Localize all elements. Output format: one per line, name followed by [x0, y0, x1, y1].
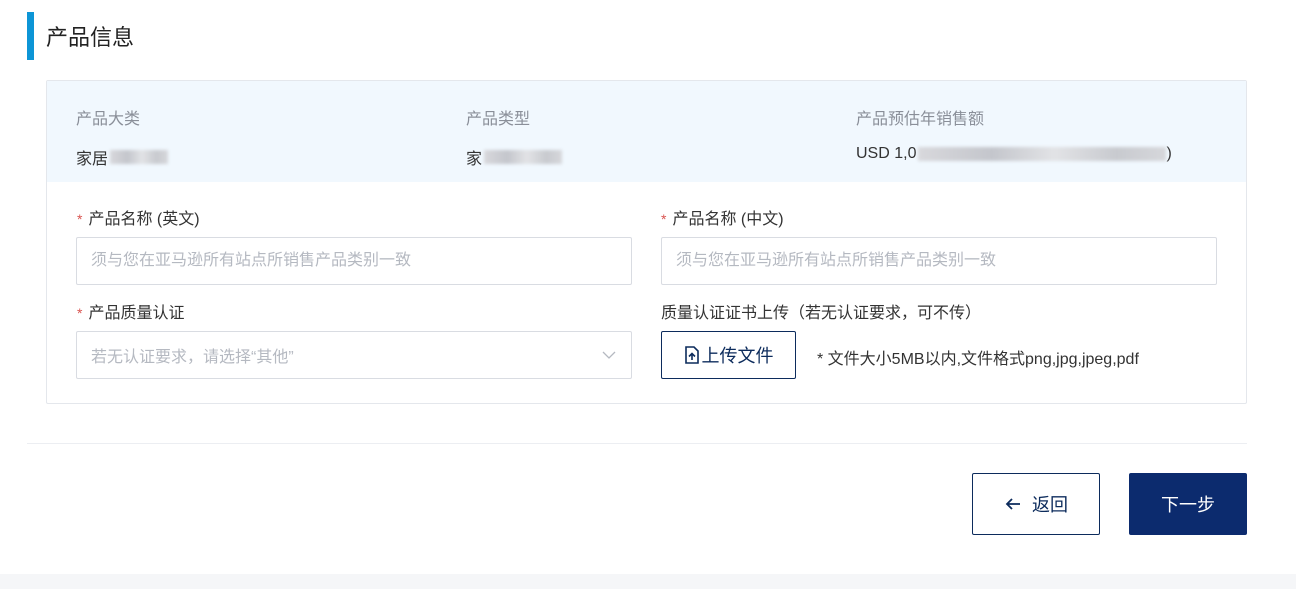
- category-value-text: 家居: [76, 151, 109, 168]
- type-value-text: 家: [466, 151, 483, 168]
- section-title: 产品信息: [46, 25, 135, 50]
- category-info: 产品大类 家居: [76, 105, 169, 169]
- certification-select[interactable]: 若无认证要求，请选择“其他”: [76, 331, 632, 379]
- sales-value-prefix: USD 1,0: [856, 145, 917, 162]
- required-mark: *: [77, 211, 83, 227]
- certification-label-text: 产品质量认证: [88, 305, 185, 322]
- name-en-input[interactable]: [76, 237, 632, 285]
- name-en-label: * 产品名称 (英文): [77, 205, 200, 229]
- category-label: 产品大类: [76, 111, 141, 128]
- sales-value: USD 1,0 ): [856, 145, 1172, 163]
- name-cn-input[interactable]: [661, 237, 1217, 285]
- product-summary-band: 产品大类 家居 产品类型 家 产品预估年销售额 USD 1,0 ): [47, 81, 1246, 182]
- section-accent-bar: [27, 12, 34, 60]
- upload-file-button[interactable]: 上传文件: [661, 331, 796, 379]
- required-mark: *: [661, 211, 667, 227]
- sales-value-suffix: ): [1166, 145, 1172, 162]
- back-button[interactable]: 返回: [972, 473, 1100, 535]
- redacted-text: [484, 150, 563, 164]
- next-button[interactable]: 下一步: [1129, 473, 1247, 535]
- footer-band: [0, 574, 1296, 589]
- type-value: 家: [466, 145, 563, 169]
- chevron-down-icon: [601, 347, 617, 363]
- certification-label: * 产品质量认证: [77, 299, 184, 323]
- name-cn-label-text: 产品名称 (中文): [672, 211, 784, 228]
- required-mark: *: [77, 305, 83, 321]
- name-en-label-text: 产品名称 (英文): [88, 211, 200, 228]
- redacted-text: [918, 147, 1167, 161]
- product-info-card: 产品大类 家居 产品类型 家 产品预估年销售额 USD 1,0 ) * 产品名称 …: [46, 80, 1247, 404]
- sales-label: 产品预估年销售额: [856, 111, 985, 128]
- certification-placeholder: 若无认证要求，请选择“其他”: [91, 349, 294, 366]
- type-info: 产品类型 家: [466, 105, 563, 169]
- section-header: 产品信息: [27, 12, 134, 60]
- divider: [27, 443, 1247, 444]
- category-value: 家居: [76, 145, 169, 169]
- upload-button-label: 上传文件: [701, 346, 774, 366]
- back-button-label: 返回: [1032, 495, 1068, 515]
- redacted-text: [110, 150, 169, 164]
- file-upload-icon: [684, 346, 700, 364]
- sales-info: 产品预估年销售额 USD 1,0 ): [856, 105, 1172, 163]
- upload-hint: * 文件大小5MB以内,文件格式png,jpg,jpeg,pdf: [817, 351, 1139, 368]
- name-cn-label: * 产品名称 (中文): [661, 205, 784, 229]
- cert-upload-label: 质量认证证书上传（若无认证要求，可不传）: [661, 305, 982, 322]
- arrow-left-icon: [1004, 495, 1022, 513]
- type-label: 产品类型: [466, 111, 531, 128]
